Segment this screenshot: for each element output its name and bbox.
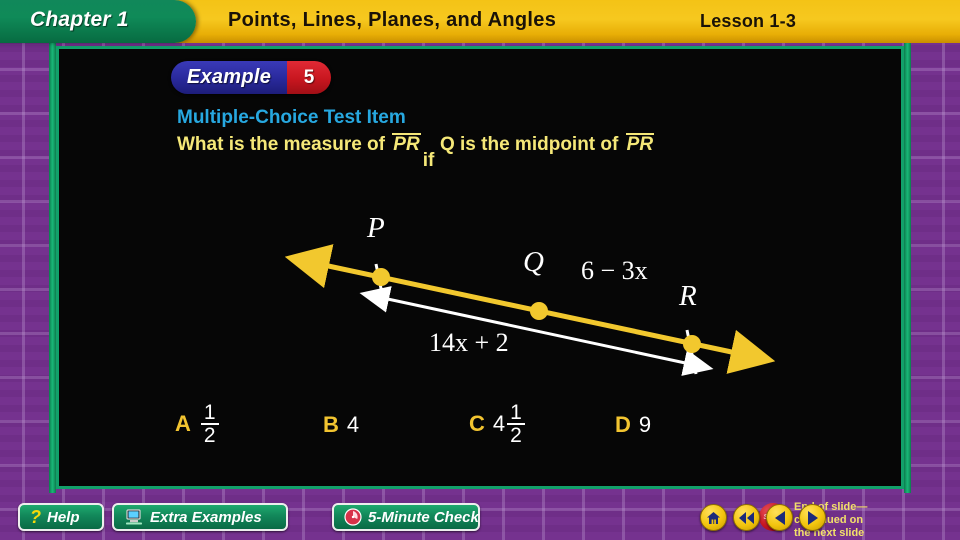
choice-d[interactable]: D 9 bbox=[615, 412, 651, 438]
choice-a-letter: A bbox=[175, 411, 191, 436]
help-button[interactable]: ? Help bbox=[18, 503, 104, 531]
prompt-heading: Multiple-Choice Test Item bbox=[177, 107, 406, 128]
point-r-label: R bbox=[679, 280, 697, 312]
answer-choices: A 1 2 B 4 C 4 1 2 D 9 bbox=[171, 394, 851, 464]
example-badge: Example 5 bbox=[171, 61, 331, 94]
five-minute-check-button[interactable]: 5-Minute Check bbox=[332, 503, 480, 531]
point-r-dot bbox=[683, 335, 701, 353]
chapter-tab: Chapter 1 bbox=[0, 0, 196, 43]
choice-c-denominator: 2 bbox=[507, 423, 525, 446]
choice-a-numerator: 1 bbox=[203, 401, 216, 424]
line-diagram: P Q R 6 − 3x 14x + 2 bbox=[171, 184, 811, 384]
extra-examples-button[interactable]: Extra Examples bbox=[112, 503, 288, 531]
help-button-label: Help bbox=[47, 508, 80, 526]
label-segment-pr: 14x + 2 bbox=[429, 328, 509, 357]
previous-button[interactable] bbox=[766, 504, 793, 531]
choice-d-letter: D bbox=[615, 412, 631, 437]
choice-c[interactable]: C 4 1 2 bbox=[469, 402, 525, 446]
choice-b-value: 4 bbox=[346, 412, 360, 437]
choice-c-letter: C bbox=[469, 411, 485, 436]
green-stripe-left bbox=[49, 43, 56, 493]
clock-icon bbox=[344, 508, 362, 526]
home-icon bbox=[707, 511, 720, 524]
next-icon bbox=[807, 510, 818, 525]
segment-pr-2: PR bbox=[625, 133, 655, 155]
banner-title: Points, Lines, Planes, and Angles bbox=[228, 9, 557, 31]
point-p-label: P bbox=[367, 212, 385, 244]
example-word: Example bbox=[171, 61, 287, 94]
point-q-dot bbox=[530, 302, 548, 320]
home-button[interactable] bbox=[700, 504, 727, 531]
choice-b-letter: B bbox=[323, 412, 339, 437]
question-mark-icon: ? bbox=[30, 506, 41, 527]
question-part-2: Q is the midpoint of bbox=[439, 134, 619, 155]
choice-a-denominator: 2 bbox=[200, 423, 219, 446]
top-banner: Chapter 1 Points, Lines, Planes, and Ang… bbox=[0, 0, 960, 43]
choice-d-value: 9 bbox=[638, 412, 652, 437]
prompt-question: What is the measure of PR if Q is the mid… bbox=[177, 133, 655, 171]
choice-c-numerator: 1 bbox=[510, 401, 522, 424]
choice-a-fraction: 1 2 bbox=[200, 401, 219, 446]
point-p-dot bbox=[372, 268, 390, 286]
choice-c-fraction: 1 2 bbox=[507, 402, 525, 446]
label-segment-qr: 6 − 3x bbox=[581, 256, 648, 285]
green-stripe-right bbox=[904, 43, 911, 493]
chapter-label: Chapter 1 bbox=[30, 8, 129, 31]
lesson-label: Lesson 1-3 bbox=[700, 11, 797, 31]
segment-pr-1: PR bbox=[392, 133, 421, 155]
point-q-label: Q bbox=[523, 246, 544, 278]
rewind-icon bbox=[739, 511, 754, 524]
content-stage: Example 5 Multiple-Choice Test Item What… bbox=[56, 46, 904, 539]
extra-examples-label: Extra Examples bbox=[150, 508, 262, 526]
choice-c-value: 4 bbox=[492, 411, 506, 436]
example-number: 5 bbox=[287, 61, 331, 94]
next-button[interactable] bbox=[799, 504, 826, 531]
choice-b[interactable]: B 4 bbox=[323, 412, 359, 438]
previous-icon bbox=[774, 510, 785, 525]
question-part-1: What is the measure of bbox=[177, 134, 385, 155]
bottom-toolbar: ? Help Extra Examples 5-Minute Check bbox=[0, 498, 960, 540]
rewind-button[interactable] bbox=[733, 504, 760, 531]
computer-icon bbox=[124, 508, 144, 526]
choice-a[interactable]: A 1 2 bbox=[175, 402, 219, 446]
five-minute-check-label: 5-Minute Check bbox=[368, 508, 479, 526]
slide-canvas: Chapter 1 Points, Lines, Planes, and Ang… bbox=[0, 0, 960, 540]
